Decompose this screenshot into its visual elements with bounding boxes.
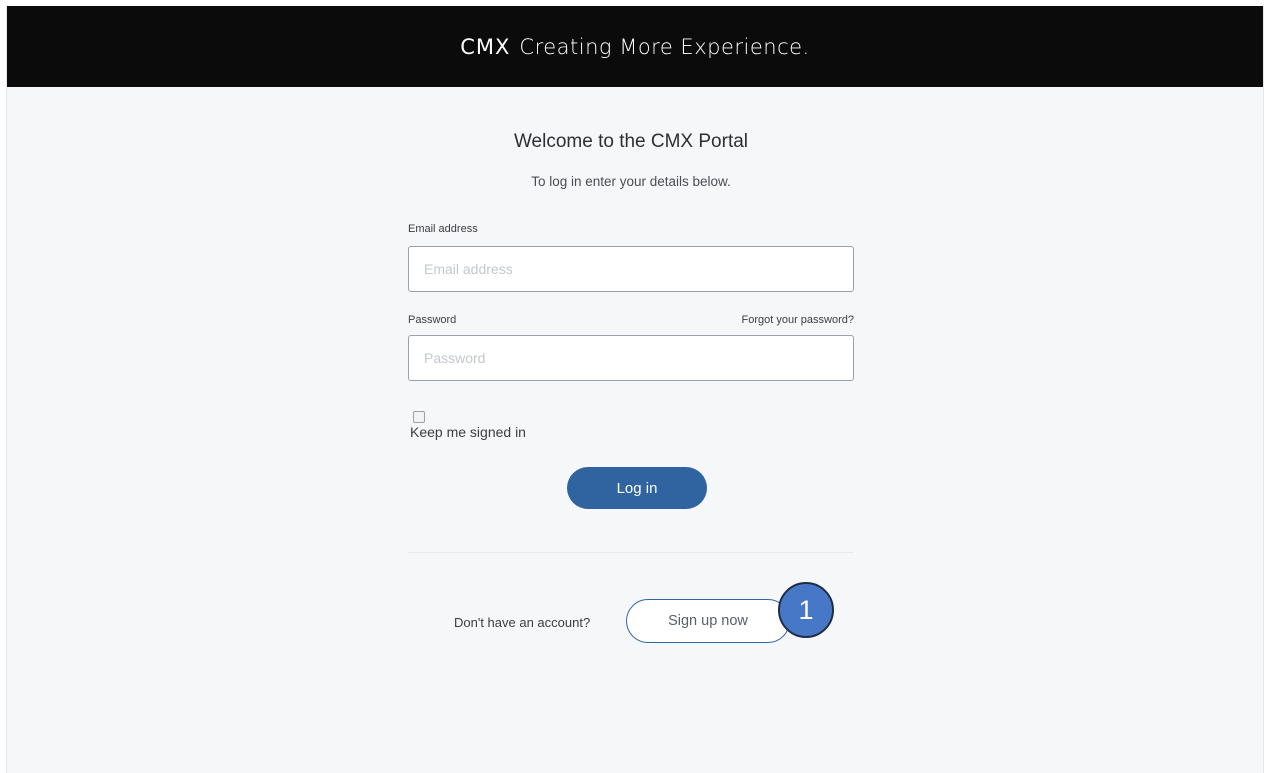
- password-input[interactable]: [408, 335, 854, 381]
- forgot-password-link[interactable]: Forgot your password?: [742, 314, 855, 326]
- brand-logo: CMX: [460, 34, 511, 59]
- email-label: Email address: [408, 223, 478, 235]
- login-button[interactable]: Log in: [567, 467, 707, 509]
- page-frame: CMX Creating More Experience. Welcome to…: [6, 6, 1264, 773]
- signup-row: Don't have an account? Sign up now 1: [408, 582, 854, 643]
- page-title: Welcome to the CMX Portal: [513, 131, 749, 152]
- page-subtitle: To log in enter your details below.: [531, 174, 731, 189]
- signup-button[interactable]: Sign up now: [626, 599, 790, 643]
- password-label: Password: [408, 314, 457, 326]
- brand-tagline: Creating More Experience.: [519, 34, 810, 59]
- signup-prompt: Don't have an account?: [454, 615, 591, 630]
- section-divider: [408, 552, 854, 553]
- top-header: CMX Creating More Experience.: [7, 6, 1263, 87]
- email-input[interactable]: [408, 246, 854, 292]
- keep-signed-in-checkbox[interactable]: [413, 411, 425, 423]
- brand: CMX Creating More Experience.: [460, 35, 809, 59]
- step-badge: 1: [778, 582, 834, 638]
- keep-signed-in-label[interactable]: Keep me signed in: [410, 424, 526, 440]
